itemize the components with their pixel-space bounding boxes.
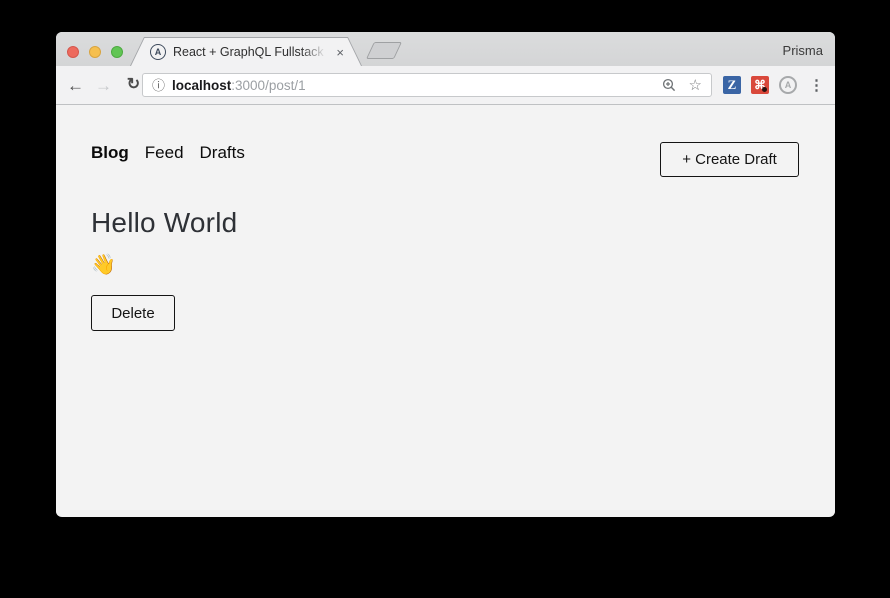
tab-close-icon[interactable]: × [336, 46, 344, 59]
nav-link-drafts[interactable]: Drafts [200, 142, 245, 163]
window-minimize-button[interactable] [89, 46, 101, 58]
address-bar[interactable]: ⓘ localhost :3000/post/1 ☆ [142, 73, 712, 97]
zoom-in-icon[interactable] [662, 78, 676, 92]
url-host: localhost [172, 77, 232, 93]
tab-surface: A React + GraphQL Fullstack Boil × [131, 38, 361, 66]
reload-button[interactable]: ↻ [124, 77, 143, 93]
new-tab-button[interactable] [366, 42, 402, 59]
page-content: Blog Feed Drafts + Create Draft Hello Wo… [56, 105, 835, 516]
window-close-button[interactable] [67, 46, 79, 58]
knot-dot [762, 87, 767, 92]
browser-menu-icon[interactable]: ⋮ [807, 78, 826, 93]
page-info-icon[interactable]: ⓘ [152, 79, 165, 92]
back-button[interactable]: ← [66, 77, 85, 94]
extension-area: Z ⌘ A ⋮ [723, 66, 826, 104]
post-body-emoji: 👋 [91, 254, 116, 276]
profile-avatar-icon[interactable]: A [779, 76, 797, 94]
window-zoom-button[interactable] [111, 46, 123, 58]
tab-title: React + GraphQL Fullstack Boil [173, 45, 332, 59]
favicon-letter: A [154, 46, 162, 57]
desktop-background: A React + GraphQL Fullstack Boil × Prism… [0, 0, 890, 598]
main-nav: Blog Feed Drafts [91, 142, 245, 163]
delete-button[interactable]: Delete [91, 295, 175, 331]
traffic-lights [67, 46, 123, 58]
forward-button[interactable]: → [94, 77, 113, 94]
nav-link-blog[interactable]: Blog [91, 142, 129, 163]
nav-link-feed[interactable]: Feed [145, 142, 184, 163]
zotero-extension-icon[interactable]: Z [723, 76, 741, 94]
browser-toolbar: ← → ↻ ⓘ localhost :3000/post/1 ☆ Z ⌘ A ⋮ [56, 66, 835, 105]
tab-bar: A React + GraphQL Fullstack Boil × Prism… [56, 32, 835, 66]
apollo-favicon-icon: A [150, 44, 166, 60]
post-title: Hello World [91, 207, 238, 238]
profile-name-label: Prisma [782, 43, 823, 58]
url-path: :3000/post/1 [231, 77, 306, 93]
red-knot-extension-icon[interactable]: ⌘ [751, 76, 769, 94]
bookmark-star-icon[interactable]: ☆ [689, 78, 702, 93]
browser-tab[interactable]: A React + GraphQL Fullstack Boil × [130, 37, 362, 66]
browser-window: A React + GraphQL Fullstack Boil × Prism… [56, 32, 835, 517]
create-draft-button[interactable]: + Create Draft [660, 142, 799, 177]
